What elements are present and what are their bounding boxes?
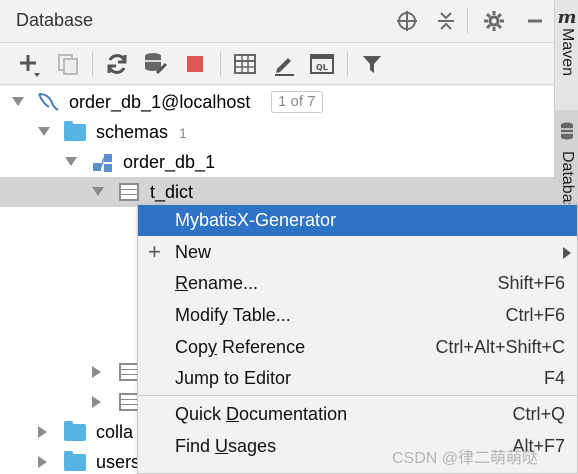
collapse-arrow-icon[interactable]	[38, 426, 47, 438]
locate-target-icon[interactable]	[394, 8, 420, 34]
collations-label: colla	[96, 422, 134, 442]
context-menu: MybatisX-Generator + New Rename... Shift…	[137, 204, 578, 474]
menu-item-label: Modify Table...	[175, 305, 291, 325]
expand-arrow-icon[interactable]	[38, 127, 50, 136]
edit-pencil-icon[interactable]	[270, 50, 298, 78]
maven-tool-tab[interactable]: m Maven	[555, 8, 578, 100]
table-label: t_dict	[150, 182, 194, 202]
filter-icon[interactable]	[358, 50, 386, 78]
connection-label: order_db_1@localhost	[69, 92, 251, 112]
submenu-arrow-icon	[563, 247, 571, 259]
table-icon	[119, 393, 139, 411]
menu-item-shortcut: F4	[543, 368, 565, 388]
menu-item-shortcut: Ctrl+Alt+Shift+C	[435, 337, 565, 357]
menu-item-new[interactable]: + New	[138, 237, 577, 268]
expand-arrow-icon[interactable]	[92, 187, 104, 196]
maven-tab-label: Maven	[559, 28, 576, 77]
schema-icon	[92, 153, 114, 178]
menu-item-label: Jump to Editor	[175, 368, 292, 388]
tree-node-connection[interactable]: order_db_1@localhost 1 of 7	[0, 87, 554, 117]
menu-item-label: New	[175, 242, 212, 262]
menu-item-label: Copy Reference	[175, 337, 306, 357]
menu-separator	[138, 395, 577, 396]
schemas-label: schemas	[96, 122, 169, 142]
duplicate-icon[interactable]	[54, 50, 82, 78]
add-icon[interactable]	[16, 50, 44, 78]
menu-item-label: Rename...	[175, 273, 259, 293]
database-icon	[559, 122, 575, 145]
folder-icon	[64, 421, 86, 441]
tree-node-table-selected[interactable]: t_dict	[0, 177, 554, 207]
expand-arrow-icon[interactable]	[12, 97, 24, 106]
maven-icon: m	[557, 7, 577, 28]
toolbar-divider	[347, 51, 348, 77]
stop-icon[interactable]	[181, 50, 209, 78]
table-editor-icon[interactable]	[231, 50, 259, 78]
tree-node-schema[interactable]: order_db_1	[0, 147, 554, 177]
collapse-all-icon[interactable]	[433, 8, 459, 34]
menu-item-jump-to-editor[interactable]: Jump to Editor F4	[138, 363, 577, 394]
gear-icon[interactable]	[481, 8, 507, 34]
watermark: CSDN @律二萌萌哒	[392, 450, 539, 467]
collapse-arrow-icon[interactable]	[38, 456, 47, 468]
folder-icon	[64, 451, 86, 471]
menu-item-copy-reference[interactable]: Copy Reference Ctrl+Alt+Shift+C	[138, 332, 577, 363]
users-label: users	[96, 452, 141, 472]
toolbar-divider	[220, 51, 221, 77]
table-icon	[119, 183, 139, 201]
menu-item-quick-documentation[interactable]: Quick Documentation Ctrl+Q	[138, 399, 577, 430]
query-console-icon[interactable]: QL	[308, 50, 336, 78]
menu-item-shortcut: Shift+F6	[497, 273, 565, 293]
plus-icon: +	[148, 239, 161, 264]
panel-title: Database	[16, 10, 94, 30]
collapse-arrow-icon[interactable]	[92, 366, 101, 378]
menu-item-mybatisx-generator[interactable]: MybatisX-Generator	[138, 205, 577, 236]
toolbar-divider	[92, 51, 93, 77]
menu-item-rename[interactable]: Rename... Shift+F6	[138, 268, 577, 299]
menu-item-shortcut: Ctrl+F6	[505, 305, 565, 325]
menu-item-label: MybatisX-Generator	[175, 210, 337, 230]
menu-item-label: Quick Documentation	[175, 404, 348, 424]
header-divider	[467, 8, 468, 34]
schemas-count: 1	[179, 125, 187, 141]
tree-node-schemas[interactable]: schemas 1	[0, 117, 554, 147]
svg-text:QL: QL	[316, 63, 328, 72]
panel-header: Database	[0, 0, 554, 43]
menu-item-label: Find Usages	[175, 436, 277, 456]
mysql-dolphin-icon	[36, 91, 60, 118]
schema-label: order_db_1	[123, 152, 216, 172]
database-toolbar: QL	[0, 43, 554, 85]
data-source-properties-icon[interactable]	[141, 50, 169, 78]
menu-item-modify-table[interactable]: Modify Table... Ctrl+F6	[138, 300, 577, 331]
refresh-icon[interactable]	[103, 50, 131, 78]
table-icon	[119, 363, 139, 381]
expand-arrow-icon[interactable]	[65, 157, 77, 166]
connection-badge: 1 of 7	[271, 91, 323, 113]
minimize-icon[interactable]	[522, 8, 548, 34]
menu-item-shortcut: Ctrl+Q	[512, 404, 565, 424]
collapse-arrow-icon[interactable]	[92, 396, 101, 408]
folder-icon	[64, 121, 86, 141]
